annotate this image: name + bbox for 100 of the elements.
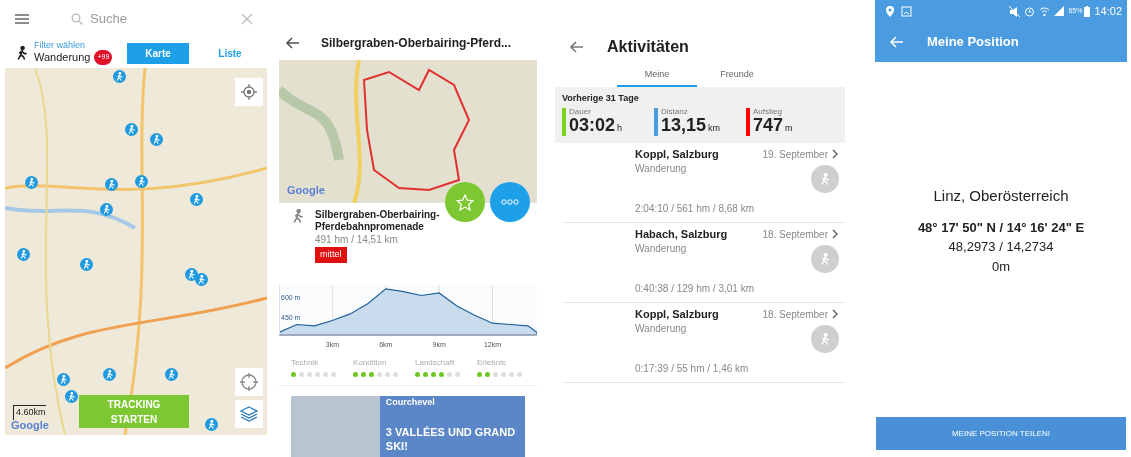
map-attribution: Google bbox=[11, 418, 49, 433]
status-time: 14:02 bbox=[1094, 3, 1122, 19]
search-field[interactable]: Suche bbox=[88, 8, 218, 30]
rating-dot bbox=[447, 371, 452, 377]
hiker-icon bbox=[819, 252, 831, 265]
screen-title: Silbergraben-Oberbairing-Pferd... bbox=[321, 35, 512, 52]
back-icon[interactable] bbox=[285, 36, 301, 50]
activity-title[interactable]: Koppl, Salzburg bbox=[635, 306, 719, 322]
hiker-icon bbox=[19, 250, 28, 259]
rating-dot bbox=[377, 371, 382, 377]
crosshair-button[interactable] bbox=[235, 368, 263, 396]
rating-dot bbox=[369, 371, 374, 377]
share-button[interactable]: MEINE POSITION TEILEN! bbox=[876, 417, 1126, 450]
menu-icon[interactable] bbox=[15, 14, 29, 24]
activity-date: 18. September bbox=[762, 227, 828, 242]
activity-stats: 2:04:10 / 561 hm / 8,68 km bbox=[635, 201, 755, 216]
stat-unit: m bbox=[785, 122, 793, 135]
activity-stats: 0:17:39 / 55 hm / 1,46 km bbox=[635, 361, 750, 376]
hiker-icon bbox=[115, 72, 124, 81]
stat-label: Aufstieg bbox=[753, 108, 783, 116]
stat-unit: km bbox=[708, 122, 721, 135]
activity-tab[interactable]: Freunde bbox=[697, 66, 777, 87]
more-icon bbox=[501, 199, 519, 205]
chevron-icon bbox=[832, 309, 839, 320]
stat-label: Distanz bbox=[661, 108, 689, 116]
activity-title[interactable]: Habach, Salzburg bbox=[635, 226, 728, 242]
rating-dot bbox=[361, 371, 366, 377]
hiker-icon bbox=[819, 332, 831, 345]
rating-dot bbox=[415, 371, 420, 377]
map-attribution: Google bbox=[287, 183, 325, 198]
route-name: Silbergraben-Oberbairing-Pferdebahnpromenade bbox=[315, 209, 441, 232]
hiker-icon bbox=[27, 178, 36, 187]
rating-label: Landschaft bbox=[415, 356, 456, 369]
coordinates-dms: 48° 17' 50" N / 14° 16' 24" E bbox=[917, 218, 1085, 237]
hiker-icon bbox=[15, 46, 29, 60]
layers-button[interactable] bbox=[235, 400, 263, 428]
rating-dot bbox=[291, 371, 296, 377]
coordinates-decimal: 48,2973 / 14,2734 bbox=[948, 238, 1054, 256]
activity-label: Wanderung bbox=[34, 51, 91, 64]
rating-label: Erlebnis bbox=[477, 356, 507, 369]
rating-dot bbox=[517, 371, 522, 377]
activity-stats: 0:40:38 / 129 hm / 3,01 km bbox=[635, 281, 755, 296]
rating-dot bbox=[509, 371, 514, 377]
rating-dot bbox=[393, 371, 398, 377]
back-icon[interactable] bbox=[569, 40, 585, 54]
activity-type: Wanderung bbox=[635, 322, 688, 337]
rating-dot bbox=[493, 371, 498, 377]
hiker-icon bbox=[82, 260, 91, 269]
hiker-icon bbox=[59, 375, 68, 384]
favorite-button[interactable] bbox=[445, 182, 485, 222]
activity-title[interactable]: Koppl, Salzburg bbox=[635, 146, 719, 162]
mute-icon bbox=[1009, 5, 1021, 17]
activity-type: Wanderung bbox=[635, 242, 688, 257]
activity-date: 18. September bbox=[762, 307, 828, 322]
close-icon[interactable] bbox=[241, 13, 253, 25]
view-tab[interactable]: Karte bbox=[127, 42, 189, 64]
rating-dot bbox=[315, 371, 320, 377]
rating-label: Kondition bbox=[353, 356, 388, 369]
rating-dot bbox=[353, 371, 358, 377]
rating-dot bbox=[307, 371, 312, 377]
hiker-icon bbox=[152, 135, 161, 144]
hiker-icon bbox=[187, 270, 196, 279]
battery-icon bbox=[1084, 5, 1091, 17]
hiker-icon bbox=[67, 392, 76, 401]
ad-banner[interactable]: Courchevel 3 VALLÉES UND GRAND SKI! bbox=[291, 395, 525, 457]
chevron-icon bbox=[832, 149, 839, 160]
hiker-icon bbox=[819, 172, 831, 185]
filter-link[interactable]: Filter wählen bbox=[34, 41, 113, 51]
rating-dot bbox=[331, 371, 336, 377]
altitude: 0m bbox=[991, 257, 1011, 276]
rating-dot bbox=[485, 371, 490, 377]
hiker-icon bbox=[197, 275, 206, 284]
stat-label: Dauer bbox=[569, 108, 592, 116]
hiker-icon bbox=[105, 370, 114, 379]
search-icon bbox=[71, 13, 83, 25]
rating-dot bbox=[501, 371, 506, 377]
alarm-icon bbox=[1024, 5, 1036, 17]
hiker-icon bbox=[127, 125, 136, 134]
screen-title: Aktivitäten bbox=[607, 37, 689, 57]
hiker-icon bbox=[291, 209, 305, 223]
hiker-icon bbox=[207, 420, 216, 429]
place-name: Linz, Oberösterreich bbox=[933, 186, 1069, 206]
chevron-icon bbox=[832, 229, 839, 240]
locate-button[interactable] bbox=[235, 78, 263, 106]
map-scale: 4.60km bbox=[13, 405, 46, 420]
stat-value: 747 bbox=[753, 116, 784, 136]
rating-dot bbox=[423, 371, 428, 377]
view-tab[interactable]: Liste bbox=[199, 42, 261, 64]
difficulty-tag: mittel bbox=[315, 247, 347, 263]
rating-dot bbox=[323, 371, 328, 377]
tracking-button[interactable]: TRACKING STARTEN bbox=[79, 395, 189, 428]
more-button[interactable] bbox=[490, 182, 530, 222]
route-stats: 491 hm / 14,51 km bbox=[315, 233, 398, 247]
star-icon bbox=[456, 193, 474, 211]
hiker-icon bbox=[107, 180, 116, 189]
signal-icon bbox=[1054, 6, 1065, 16]
hiker-icon bbox=[167, 370, 176, 379]
rating-dot bbox=[299, 371, 304, 377]
rating-dot bbox=[439, 371, 444, 377]
stat-unit: h bbox=[617, 122, 623, 135]
